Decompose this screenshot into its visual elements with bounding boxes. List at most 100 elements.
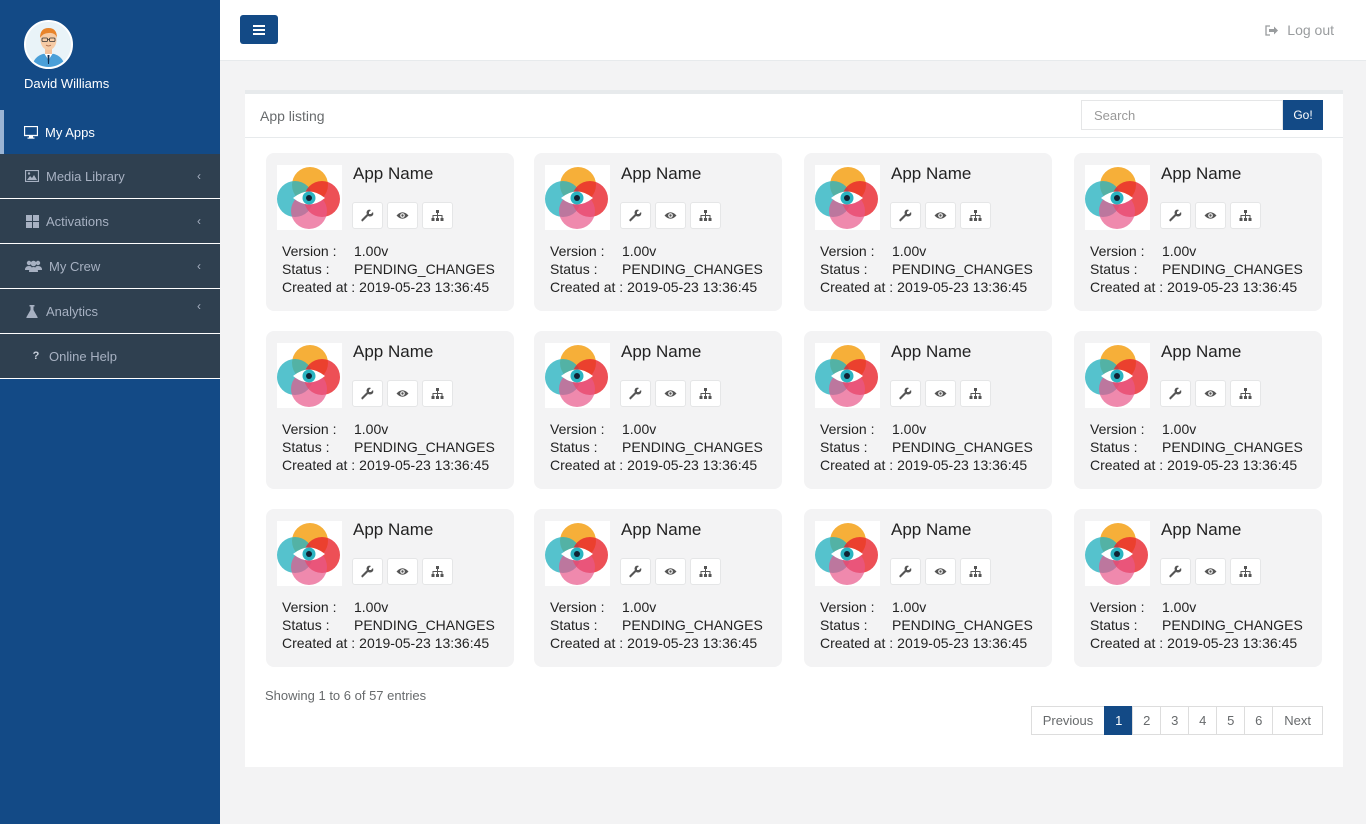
structure-button[interactable] [960,202,991,229]
app-name[interactable]: App Name [353,520,433,540]
profile-name[interactable]: David Williams [24,76,109,91]
app-name[interactable]: App Name [1161,164,1241,184]
pagination-page[interactable]: 3 [1160,706,1190,735]
preview-button[interactable] [655,558,686,585]
app-name[interactable]: App Name [621,164,701,184]
preview-button[interactable] [387,380,418,407]
preview-button[interactable] [387,202,418,229]
edit-button[interactable] [890,380,921,407]
edit-button[interactable] [890,202,921,229]
sidebar-item-media-library[interactable]: Media Library ‹ [0,154,220,199]
preview-button[interactable] [387,558,418,585]
logout-link[interactable]: Log out [1265,22,1334,38]
app-card[interactable]: App Name Version : 1.00v Status : PENDING_… [1074,153,1322,311]
avatar[interactable] [24,20,73,69]
preview-button[interactable] [925,558,956,585]
preview-button[interactable] [925,202,956,229]
structure-button[interactable] [690,380,721,407]
wrench-icon [1169,209,1182,222]
app-card[interactable]: App Name Version : 1.00v Status : PENDING_… [534,509,782,667]
app-name[interactable]: App Name [891,520,971,540]
sidebar-item-my-apps[interactable]: My Apps [0,110,220,154]
app-details: Version : 1.00v Status : PENDING_CHANGES C… [282,242,495,296]
structure-button[interactable] [690,202,721,229]
app-card[interactable]: App Name Version : 1.00v Status : PENDING_… [1074,509,1322,667]
app-card[interactable]: App Name Version : 1.00v Status : PENDING_… [266,153,514,311]
pagination-page[interactable]: 1 [1104,706,1134,735]
status-label: Status : [550,617,598,633]
structure-button[interactable] [960,380,991,407]
pagination-page[interactable]: 2 [1132,706,1162,735]
pagination-previous[interactable]: Previous [1030,706,1106,735]
app-card[interactable]: App Name Version : 1.00v Status : PENDING_… [266,509,514,667]
app-card[interactable]: App Name Version : 1.00v Status : PENDING_… [804,509,1052,667]
sidebar-item-analytics[interactable]: Analytics ‹ [0,289,220,334]
status-label: Status : [820,261,868,277]
app-details: Version : 1.00v Status : PENDING_CHANGES C… [550,242,763,296]
structure-button[interactable] [1230,202,1261,229]
created-value: 2019-05-23 13:36:45 [1167,279,1298,295]
created-label: Created at : [820,457,894,473]
edit-button[interactable] [620,558,651,585]
menu-toggle-button[interactable] [240,15,278,44]
app-name[interactable]: App Name [353,164,433,184]
structure-button[interactable] [422,202,453,229]
edit-button[interactable] [1160,380,1191,407]
app-card[interactable]: App Name Version : 1.00v Status : PENDING_… [804,331,1052,489]
structure-button[interactable] [1230,558,1261,585]
pagination-page[interactable]: 4 [1188,706,1218,735]
created-label: Created at : [550,279,624,295]
sidebar-item-label: My Crew [49,258,101,274]
app-card[interactable]: App Name Version : 1.00v Status : PENDING_… [804,153,1052,311]
structure-button[interactable] [690,558,721,585]
preview-button[interactable] [655,380,686,407]
go-button[interactable]: Go! [1283,100,1323,130]
app-card[interactable]: App Name Version : 1.00v Status : PENDING_… [1074,331,1322,489]
created-value: 2019-05-23 13:36:45 [627,279,758,295]
wrench-icon [1169,387,1182,400]
app-card[interactable]: App Name Version : 1.00v Status : PENDING_… [534,153,782,311]
edit-button[interactable] [620,380,651,407]
sidebar-item-my-crew[interactable]: My Crew ‹ [0,244,220,289]
app-name[interactable]: App Name [891,342,971,362]
app-actions [890,380,991,407]
app-name[interactable]: App Name [621,342,701,362]
app-name[interactable]: App Name [353,342,433,362]
structure-button[interactable] [960,558,991,585]
pagination-next[interactable]: Next [1272,706,1323,735]
app-details: Version : 1.00v Status : PENDING_CHANGES C… [1090,242,1303,296]
pagination-page[interactable]: 6 [1244,706,1274,735]
preview-button[interactable] [1195,558,1226,585]
app-name[interactable]: App Name [1161,342,1241,362]
preview-button[interactable] [1195,202,1226,229]
edit-button[interactable] [890,558,921,585]
preview-button[interactable] [655,202,686,229]
search-input[interactable] [1081,100,1283,130]
structure-button[interactable] [1230,380,1261,407]
app-name[interactable]: App Name [891,164,971,184]
edit-button[interactable] [620,202,651,229]
eye-icon [396,568,409,575]
structure-button[interactable] [422,558,453,585]
status-label: Status : [1090,617,1138,633]
edit-button[interactable] [352,558,383,585]
preview-button[interactable] [925,380,956,407]
sidebar-item-activations[interactable]: Activations ‹ [0,199,220,244]
pagination-page[interactable]: 5 [1216,706,1246,735]
edit-button[interactable] [352,202,383,229]
sidebar-item-online-help[interactable]: ? Online Help [0,334,220,379]
preview-button[interactable] [1195,380,1226,407]
edit-button[interactable] [352,380,383,407]
status-label: Status : [282,261,330,277]
app-name[interactable]: App Name [621,520,701,540]
app-card[interactable]: App Name Version : 1.00v Status : PENDING_… [534,331,782,489]
edit-button[interactable] [1160,558,1191,585]
edit-button[interactable] [1160,202,1191,229]
app-name[interactable]: App Name [1161,520,1241,540]
app-details: Version : 1.00v Status : PENDING_CHANGES C… [550,598,763,652]
app-actions [620,558,721,585]
version-value: 1.00v [1162,599,1197,615]
version-label: Version : [820,599,875,615]
structure-button[interactable] [422,380,453,407]
app-card[interactable]: App Name Version : 1.00v Status : PENDING_… [266,331,514,489]
